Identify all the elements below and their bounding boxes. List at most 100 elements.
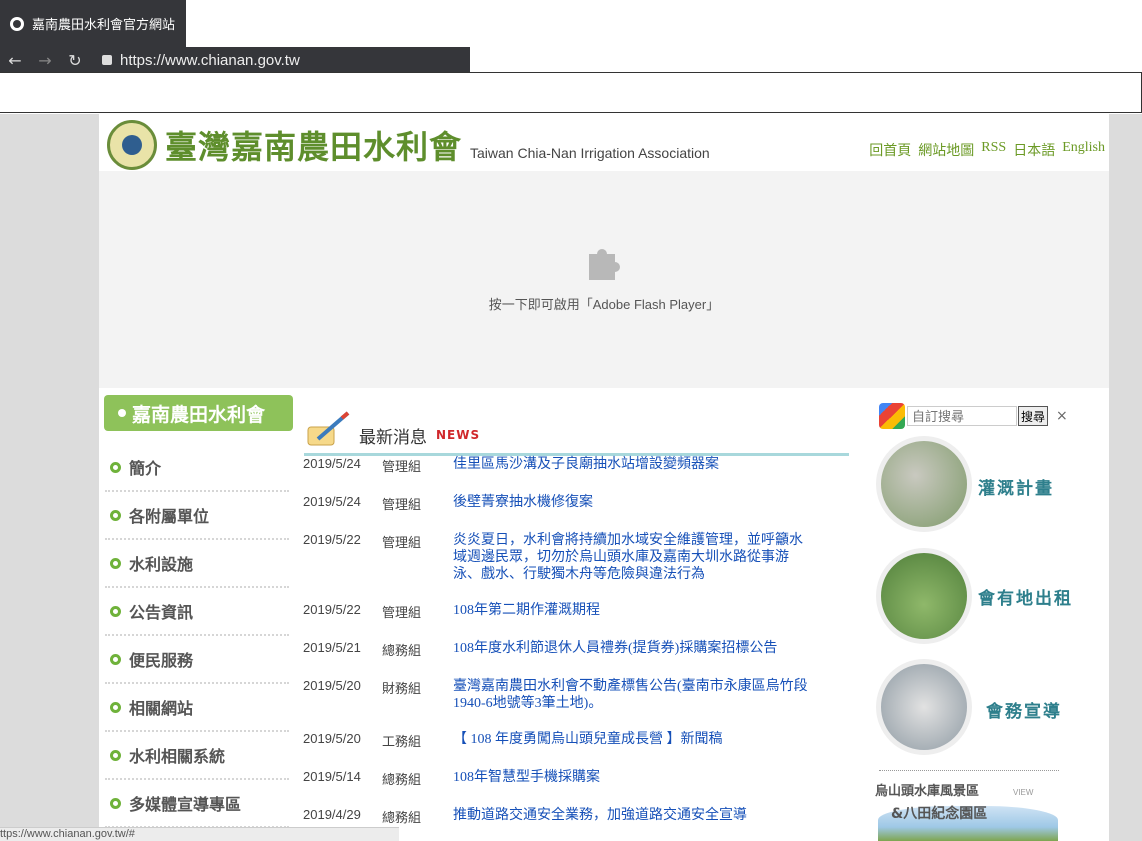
- news-dept: 財務組: [382, 682, 422, 697]
- google-logo-icon: [879, 403, 905, 429]
- scenic-title[interactable]: 烏山頭水庫風景區: [875, 780, 979, 799]
- bookmarks-bar: [0, 72, 1142, 113]
- news-link[interactable]: 後壁菁寮抽水機修復案: [453, 494, 813, 513]
- news-list: 2019/5/24 管理組 佳里區馬沙溝及子良廟抽水站增設變頻器案 2019/5/2…: [303, 456, 863, 841]
- lock-icon: [102, 55, 112, 65]
- news-row: 2019/5/22 管理組 108年第二期作灌溉期程: [303, 602, 863, 621]
- sidebar-item-related-sites[interactable]: 相關網站: [105, 684, 289, 732]
- news-dept: 管理組: [382, 498, 422, 513]
- news-row: 2019/5/14 總務組 108年智慧型手機採購案: [303, 769, 863, 788]
- news-row: 2019/5/24 管理組 佳里區馬沙溝及子良廟抽水站增設變頻器案: [303, 456, 863, 475]
- sidebar-item-facilities[interactable]: 水利設施: [105, 540, 289, 588]
- forward-arrow-icon[interactable]: →: [30, 51, 60, 70]
- promo-land-rental[interactable]: 會有地出租: [876, 548, 1076, 648]
- news-date: 2019/5/22: [303, 602, 361, 617]
- flash-message: 按一下即可啟用「Adobe Flash Player」: [488, 297, 720, 312]
- news-header: 最新消息 NEWS: [304, 406, 849, 456]
- sidebar-item-label: 公告資訊: [129, 603, 194, 622]
- news-tag: NEWS: [436, 428, 481, 442]
- news-date: 2019/5/20: [303, 678, 361, 693]
- address-bar[interactable]: https://www.chianan.gov.tw: [120, 52, 300, 69]
- reload-icon[interactable]: ↻: [60, 51, 90, 70]
- scenic-view-link[interactable]: VIEW: [1013, 788, 1033, 797]
- sidebar-item-label: 多媒體宣導專區: [129, 795, 242, 814]
- site-logo-subtitle: Taiwan Chia-Nan Irrigation Association: [470, 145, 710, 161]
- promo-image: [876, 436, 972, 532]
- tab-title: 嘉南農田水利會官方網站: [32, 18, 176, 33]
- sidebar-item-label: 便民服務: [129, 651, 194, 670]
- sidebar-item-intro[interactable]: 簡介: [105, 444, 289, 492]
- news-row: 2019/5/20 財務組 臺灣嘉南農田水利會不動產標售公告(臺南市永康區烏竹段19…: [303, 678, 863, 712]
- logo-seal-icon[interactable]: [107, 120, 157, 170]
- divider: [879, 770, 1059, 771]
- top-links: 回首頁 網站地圖 RSS 日本語 English: [869, 140, 1105, 160]
- bullet-icon: [110, 509, 121, 521]
- sidebar-banner: 嘉南農田水利會: [104, 395, 293, 431]
- back-arrow-icon[interactable]: ←: [0, 51, 30, 70]
- bullet-icon: [110, 653, 121, 665]
- news-dept: 總務組: [382, 773, 422, 788]
- site-page: 臺灣嘉南農田水利會 Taiwan Chia-Nan Irrigation Ass…: [99, 114, 1109, 841]
- flash-plugin-placeholder[interactable]: 按一下即可啟用「Adobe Flash Player」: [99, 171, 1109, 388]
- scenic-subtitle: &八田紀念園區: [891, 806, 988, 822]
- browser-toolbar: ← → ↻ https://www.chianan.gov.tw: [0, 47, 470, 73]
- news-date: 2019/5/21: [303, 640, 361, 655]
- bullet-icon: [110, 557, 121, 569]
- news-row: 2019/5/21 總務組 108年度水利節退休人員禮券(提貨券)採購案招標公告: [303, 640, 863, 659]
- news-row: 2019/4/29 總務組 推動道路交通安全業務，加強道路交通安全宣導: [303, 807, 863, 826]
- news-row: 2019/5/24 管理組 後壁菁寮抽水機修復案: [303, 494, 863, 513]
- link-rss[interactable]: RSS: [981, 140, 1006, 160]
- link-home[interactable]: 回首頁: [869, 140, 911, 160]
- news-dept: 總務組: [382, 811, 422, 826]
- sidebar-item-label: 簡介: [129, 459, 162, 478]
- browser-tab[interactable]: 嘉南農田水利會官方網站: [0, 0, 186, 47]
- google-search: 搜尋 ×: [879, 403, 1068, 429]
- status-bar: ttps://www.chianan.gov.tw/#: [0, 827, 399, 841]
- news-row: 2019/5/20 工務組 【 108 年度勇闖烏山頭兒童成長營 】新聞稿: [303, 731, 863, 750]
- promo-image: [876, 548, 972, 644]
- link-japanese[interactable]: 日本語: [1013, 140, 1055, 160]
- link-sitemap[interactable]: 網站地圖: [918, 140, 974, 160]
- news-dept: 總務組: [382, 644, 422, 659]
- promo-image: [876, 659, 972, 755]
- sidebar-item-units[interactable]: 各附屬單位: [105, 492, 289, 540]
- bullet-icon: [110, 461, 121, 473]
- sidebar-item-announcements[interactable]: 公告資訊: [105, 588, 289, 636]
- globe-icon: [10, 16, 24, 31]
- news-row: 2019/5/22 管理組 炎炎夏日，水利會將持續加水域安全維護管理，並呼籲水域週邊…: [303, 532, 863, 583]
- promo-irrigation[interactable]: 灌溉計畫: [876, 436, 1076, 536]
- sidebar-item-systems[interactable]: 水利相關系統: [105, 732, 289, 780]
- puzzle-piece-icon: [589, 249, 620, 280]
- sidebar-item-label: 各附屬單位: [129, 507, 210, 526]
- news-date: 2019/5/24: [303, 494, 361, 509]
- news-dept: 管理組: [382, 536, 422, 551]
- news-dept: 管理組: [382, 606, 422, 621]
- news-link[interactable]: 佳里區馬沙溝及子良廟抽水站增設變頻器案: [453, 456, 813, 475]
- sidebar-item-services[interactable]: 便民服務: [105, 636, 289, 684]
- bullet-icon: [110, 605, 121, 617]
- news-link[interactable]: 炎炎夏日，水利會將持續加水域安全維護管理，並呼籲水域週邊民眾，切勿於烏山頭水庫及…: [453, 532, 813, 583]
- close-icon[interactable]: ×: [1056, 408, 1068, 424]
- search-input[interactable]: [907, 406, 1017, 426]
- news-link[interactable]: 108年智慧型手機採購案: [453, 769, 813, 788]
- news-date: 2019/5/22: [303, 532, 361, 547]
- news-link[interactable]: 108年度水利節退休人員禮券(提貨券)採購案招標公告: [453, 640, 813, 659]
- news-link[interactable]: 108年第二期作灌溉期程: [453, 602, 813, 621]
- news-date: 2019/4/29: [303, 807, 361, 822]
- link-english[interactable]: English: [1062, 140, 1105, 160]
- news-link[interactable]: 推動道路交通安全業務，加強道路交通安全宣導: [453, 807, 813, 826]
- sidebar-item-label: 水利相關系統: [129, 747, 226, 766]
- sidebar-nav: 簡介 各附屬單位 水利設施 公告資訊 便民服務 相關網站 水利相關系統 多媒體宣…: [105, 444, 289, 828]
- sidebar-item-multimedia[interactable]: 多媒體宣導專區: [105, 780, 289, 828]
- page-viewport: 臺灣嘉南農田水利會 Taiwan Chia-Nan Irrigation Ass…: [0, 114, 1142, 841]
- promo-label: 會有地出租: [978, 589, 1073, 609]
- news-dept: 工務組: [382, 735, 422, 750]
- search-button[interactable]: 搜尋: [1018, 406, 1049, 426]
- news-link[interactable]: 臺灣嘉南農田水利會不動產標售公告(臺南市永康區烏竹段1940-6地號等3筆土地)…: [453, 678, 813, 712]
- sidebar-item-label: 水利設施: [129, 555, 194, 574]
- news-dept: 管理組: [382, 460, 422, 475]
- site-logo-title[interactable]: 臺灣嘉南農田水利會: [165, 122, 462, 168]
- promo-publicity[interactable]: 會務宣導: [876, 659, 1076, 759]
- news-link[interactable]: 【 108 年度勇闖烏山頭兒童成長營 】新聞稿: [453, 731, 813, 750]
- bullet-icon: [110, 749, 121, 761]
